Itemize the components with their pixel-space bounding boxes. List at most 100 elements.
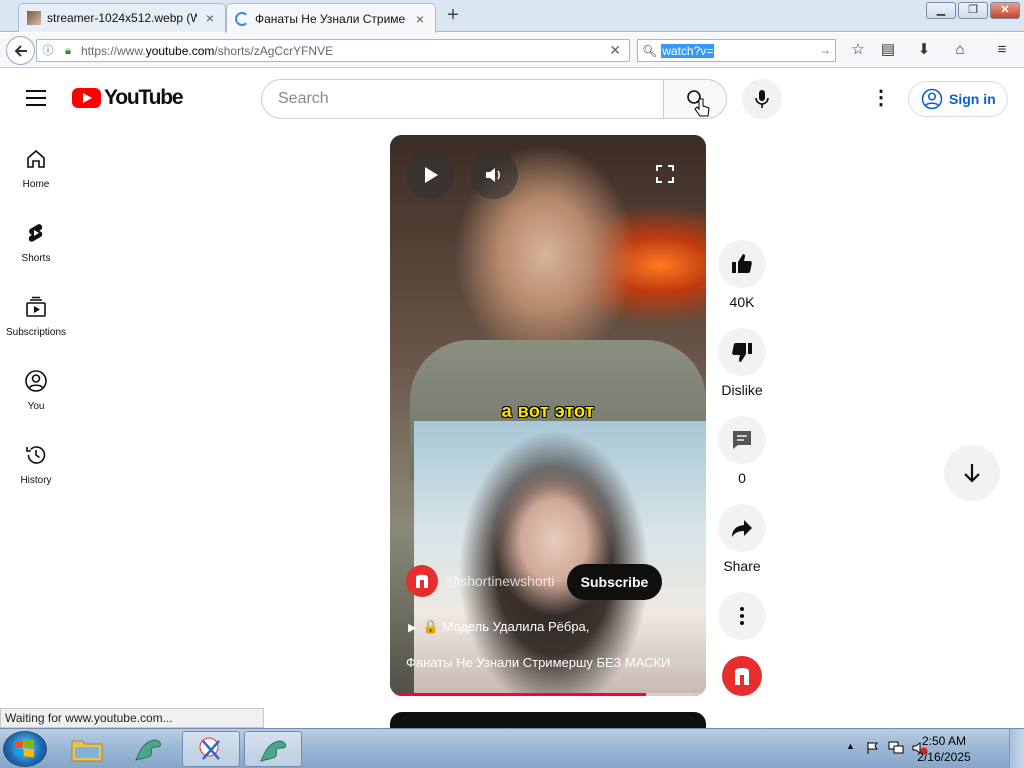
settings-more-button[interactable]: ⋮ (866, 85, 896, 115)
browser-search-box[interactable]: 🔍︎ watch?v= → (637, 39, 836, 62)
tab-label: streamer-1024x512.webp (W (47, 11, 197, 25)
magnifier-icon: 🔍︎ (642, 43, 658, 58)
dislike-label: Dislike (721, 382, 763, 398)
close-tab-icon[interactable]: × (413, 11, 427, 27)
more-actions-button[interactable] (718, 592, 766, 640)
browser-status-bar: Waiting for www.youtube.com... (0, 708, 264, 728)
microphone-icon (755, 90, 769, 108)
new-tab-button[interactable]: + (441, 5, 465, 27)
guide-item-history[interactable]: History (0, 443, 72, 513)
share-arrow-icon (732, 520, 752, 537)
reading-list-icon[interactable]: ▤ (879, 41, 897, 59)
taskbar-explorer[interactable] (58, 731, 116, 767)
expand-triangle-icon: ▶ (408, 622, 423, 634)
minimize-window-button[interactable]: ▁ (926, 2, 956, 19)
logo-text: YouTube (104, 86, 184, 109)
channel-name[interactable]: @shortinewshorti (446, 573, 554, 589)
video-caption: а вот этот (501, 401, 595, 421)
shorts-player[interactable]: а вот этот @shortinewshorti Subscribe ▶ … (390, 135, 706, 696)
taskbar-app-dragon-active[interactable] (244, 731, 302, 767)
short-title-line[interactable]: ▶ 🔒 Модель Удалила Рёбра, (408, 619, 589, 635)
home-icon (27, 149, 45, 168)
guide-label: Home (22, 179, 50, 190)
guide-item-shorts[interactable]: Shorts (0, 221, 72, 291)
fullscreen-button[interactable] (654, 163, 676, 185)
go-arrow-icon[interactable]: → (819, 43, 831, 57)
play-icon (425, 167, 438, 183)
search-input[interactable]: Search (261, 79, 664, 119)
network-icon[interactable] (888, 741, 904, 755)
action-center-flag-icon[interactable] (866, 741, 880, 755)
share-label: Share (723, 558, 761, 574)
arrow-left-icon (14, 45, 27, 57)
guide-menu-button[interactable] (26, 90, 46, 106)
restore-window-button[interactable]: ❐ (958, 2, 988, 19)
start-button[interactable] (3, 731, 47, 767)
channel-thumbnail[interactable] (722, 656, 762, 696)
clear-url-icon[interactable]: ✕ (609, 42, 621, 59)
close-window-button[interactable]: ✕ (990, 2, 1020, 19)
clock-date[interactable]: 2/16/2025 (904, 750, 984, 764)
shorts-icon (28, 224, 43, 242)
history-clock-icon (26, 446, 46, 464)
folder-icon (71, 740, 103, 762)
volume-icon (486, 168, 500, 182)
progress-fill (390, 693, 646, 696)
back-button[interactable] (6, 36, 35, 65)
guide-label: History (20, 475, 52, 486)
subscribe-button[interactable]: Subscribe (567, 564, 662, 600)
share-button[interactable] (718, 504, 766, 552)
site-info-icon[interactable]: ⓘ (41, 44, 55, 58)
dragon-app-icon (260, 740, 286, 762)
sign-in-button[interactable]: Sign in (908, 81, 1008, 117)
like-button[interactable] (718, 240, 766, 288)
guide-item-subscriptions[interactable]: Subscriptions (0, 295, 72, 365)
scissors-app-icon (199, 737, 220, 760)
taskbar-app-paint[interactable] (182, 731, 240, 767)
address-bar[interactable]: ⓘ 🔒︎ https://www.youtube.com/shorts/zAgC… (36, 39, 630, 62)
voice-search-button[interactable] (742, 79, 782, 119)
youtube-page: YouTube Search ⋮ Sign in Home Shorts Sub… (0, 69, 1024, 728)
hamburger-menu-icon[interactable]: ≡ (993, 41, 1011, 59)
search-box-value: watch?v= (661, 43, 715, 58)
comment-icon (733, 431, 751, 449)
search-button[interactable] (663, 79, 727, 119)
short-title-line[interactable]: Фанаты Не Узнали Стримершу БЕЗ МАСКИ (406, 655, 670, 670)
dislike-button[interactable] (718, 328, 766, 376)
next-short-preview[interactable] (390, 712, 706, 728)
show-desktop-button[interactable] (1009, 729, 1024, 768)
windows-logo-icon (15, 739, 34, 758)
youtube-logo[interactable]: YouTube (72, 86, 184, 109)
volume-button[interactable] (470, 151, 518, 199)
show-hidden-icons-icon[interactable]: ▲ (846, 741, 855, 751)
downloads-icon[interactable]: ⬇ (915, 41, 933, 59)
clock-time[interactable]: 2:50 AM (904, 734, 984, 748)
browser-tab-strip: streamer-1024x512.webp (W × Фанаты Не Уз… (0, 0, 1024, 33)
hand-cursor-icon (694, 98, 710, 117)
lock-icon: 🔒︎ (65, 44, 71, 57)
thumbs-up-icon (732, 254, 752, 273)
vertical-dots-icon (740, 607, 744, 625)
guide-item-home[interactable]: Home (0, 147, 72, 217)
tab-youtube-short[interactable]: Фанаты Не Узнали Стриме × (226, 3, 436, 33)
comments-button[interactable] (718, 416, 766, 464)
channel-avatar[interactable] (406, 565, 438, 597)
loading-spinner-icon (235, 11, 249, 26)
image-thumbnail-icon (27, 11, 41, 25)
home-icon[interactable]: ⌂ (951, 41, 969, 59)
user-circle-icon (25, 370, 47, 392)
fullscreen-icon (656, 165, 674, 183)
tab-image-file[interactable]: streamer-1024x512.webp (W × (18, 3, 226, 32)
guide-label: You (27, 401, 45, 412)
play-button[interactable] (406, 151, 454, 199)
progress-bar[interactable] (390, 693, 706, 696)
windows-taskbar: ▲ 2:50 AM 2/16/2025 (0, 728, 1024, 768)
subscriptions-icon (26, 296, 46, 317)
account-circle-icon (921, 88, 943, 110)
bookmark-star-icon[interactable]: ☆ (849, 41, 867, 59)
next-short-button[interactable] (944, 445, 1000, 501)
guide-item-you[interactable]: You (0, 369, 72, 439)
close-tab-icon[interactable]: × (203, 10, 217, 26)
comments-count: 0 (738, 470, 746, 486)
taskbar-app-dragon[interactable] (120, 731, 178, 767)
